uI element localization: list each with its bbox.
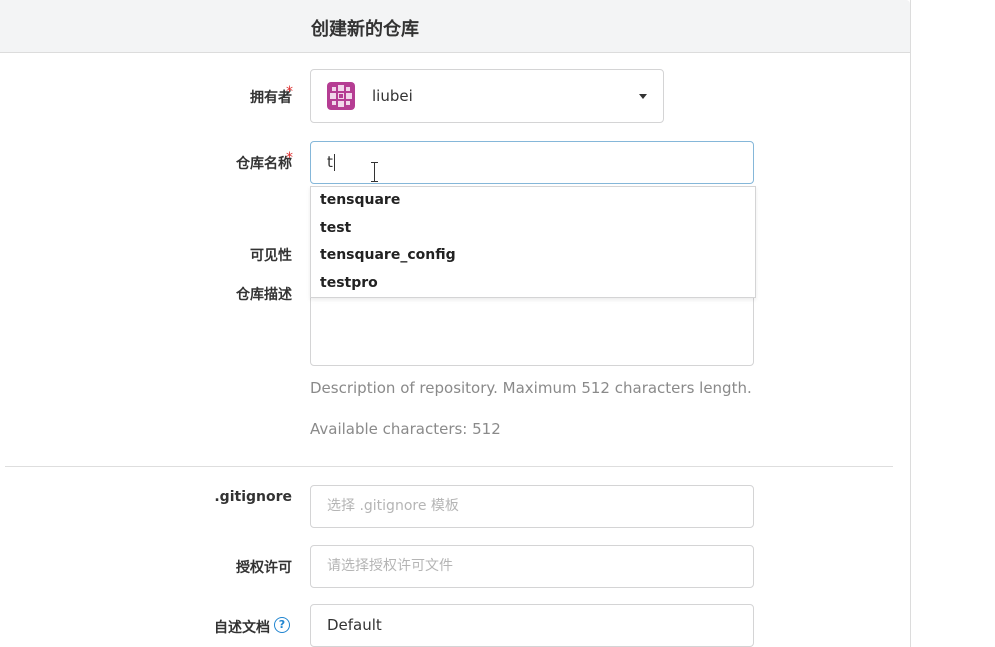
repo-name-suggestions: tensquare test tensquare_config testpro <box>310 186 756 298</box>
avatar <box>327 82 355 110</box>
description-label: 仓库描述 <box>236 287 292 303</box>
suggestion-item[interactable]: testpro <box>311 270 755 298</box>
owner-name: liubei <box>372 87 413 105</box>
description-available-count: Available characters: 512 <box>310 420 501 438</box>
page-title: 创建新的仓库 <box>311 19 419 40</box>
repo-name-label: 仓库名称 <box>236 156 292 172</box>
owner-required-mark: * <box>286 84 293 100</box>
panel-header: 创建新的仓库 <box>0 0 910 53</box>
readme-select[interactable]: Default <box>310 604 754 647</box>
chevron-down-icon <box>639 94 647 99</box>
description-help: Description of repository. Maximum 512 c… <box>310 379 752 397</box>
license-placeholder: 请选择授权许可文件 <box>327 558 453 574</box>
gitignore-select[interactable]: 选择 .gitignore 模板 <box>310 485 754 528</box>
visibility-label: 可见性 <box>250 248 292 264</box>
owner-dropdown[interactable]: liubei <box>310 69 664 123</box>
license-select[interactable]: 请选择授权许可文件 <box>310 545 754 588</box>
suggestion-item[interactable]: tensquare <box>311 187 755 215</box>
license-label: 授权许可 <box>236 560 292 576</box>
repo-name-value: t <box>327 153 333 171</box>
repo-name-required-mark: * <box>286 150 293 166</box>
question-circle-icon[interactable]: ? <box>274 617 290 633</box>
divider <box>5 466 893 467</box>
gitignore-placeholder: 选择 .gitignore 模板 <box>327 498 459 514</box>
gitignore-label: .gitignore <box>214 489 292 505</box>
text-cursor-icon <box>371 162 379 182</box>
suggestion-item[interactable]: tensquare_config <box>311 242 755 270</box>
suggestion-item[interactable]: test <box>311 215 755 243</box>
text-caret <box>333 154 335 171</box>
readme-value: Default <box>327 616 382 634</box>
readme-label: 自述文档 <box>214 620 270 636</box>
